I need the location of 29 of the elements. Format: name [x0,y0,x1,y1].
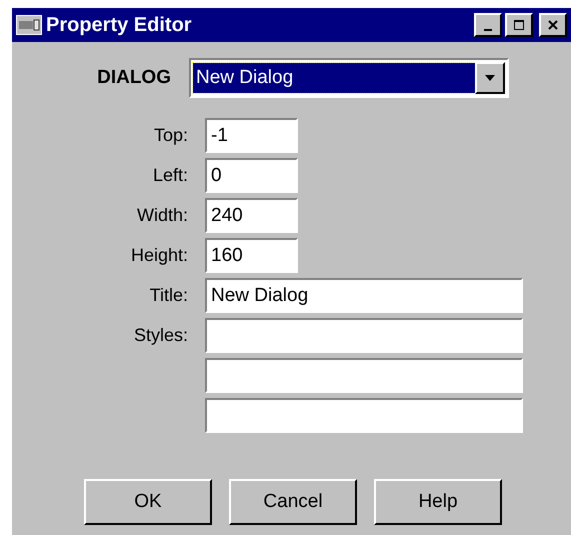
input-field[interactable] [205,358,523,393]
dialog-dropdown[interactable]: New Dialog [189,58,509,98]
dialog-button[interactable]: Help [374,479,502,525]
input-field[interactable] [205,398,523,433]
input-field[interactable]: 240 [205,198,298,233]
caret-icon [484,74,496,82]
minimize-button[interactable] [474,13,502,37]
window-title: Property Editor [46,14,193,36]
close-button[interactable] [539,13,567,37]
field-label: Left: [152,165,188,186]
input-field[interactable] [205,318,523,353]
dropdown-button[interactable] [475,62,505,94]
maximize-button[interactable] [505,13,533,37]
dialog-button[interactable]: Cancel [229,479,357,525]
field-label: Styles: [132,325,188,346]
input-field[interactable]: New Dialog [205,278,523,313]
minimize-icon [484,29,492,31]
field-label: Top: [152,125,188,146]
close-icon [547,19,559,31]
maximize-icon [513,19,525,31]
dialog-button[interactable]: OK [84,479,212,525]
dialog-label: DIALOG [96,67,172,89]
field-label: Height: [130,245,188,266]
input-field[interactable]: 160 [205,238,298,273]
field-label: Width: [136,205,188,226]
input-field[interactable]: 0 [205,158,298,193]
input-field[interactable]: -1 [205,118,298,153]
field-label: Title: [148,285,188,306]
app-icon [16,15,42,35]
